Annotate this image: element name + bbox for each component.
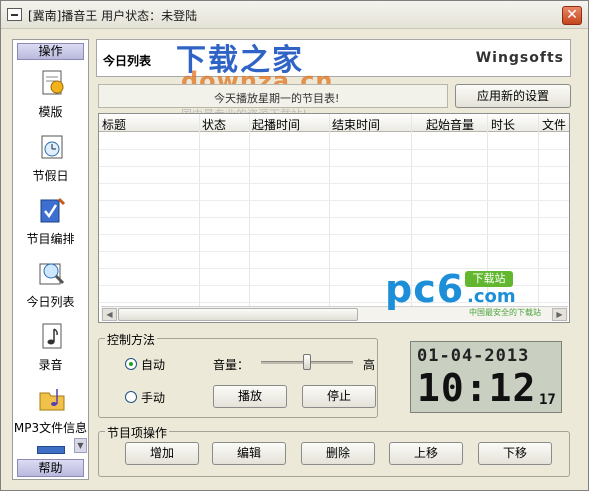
notice-text: 今天播放星期一的节目表! [214, 92, 340, 105]
manual-radio[interactable] [125, 391, 137, 403]
partial-icon [37, 446, 65, 454]
move-up-button[interactable]: 上移 [389, 442, 463, 465]
sidebar-scroll-down-button[interactable]: ▼ [74, 438, 87, 453]
volume-slider-thumb[interactable] [303, 354, 311, 370]
apply-settings-button[interactable]: 应用新的设置 [455, 84, 571, 108]
sidebar-item-record[interactable]: 录音 [13, 321, 88, 381]
column-divider [329, 114, 330, 306]
brand-logo: Wingsofts [475, 50, 564, 66]
row-divider [99, 166, 569, 167]
today-list-icon [39, 263, 65, 285]
column-divider [538, 114, 539, 306]
play-button[interactable]: 播放 [213, 385, 287, 408]
mp3-info-icon [39, 389, 65, 411]
sidebar: 操作 模版 节假日 节目编排 今日列表 录音 MP3文件信息 ▼ 帮助 [12, 39, 89, 480]
sidebar-item-template[interactable]: 模版 [13, 68, 88, 128]
record-icon [42, 323, 62, 349]
volume-label: 音量： [213, 358, 250, 372]
control-method-legend: 控制方法 [105, 331, 158, 348]
manual-radio-label[interactable]: 手动 [141, 389, 165, 406]
row-divider [99, 234, 569, 235]
sidebar-item-label: 今日列表 [26, 295, 75, 309]
edit-button[interactable]: 编辑 [212, 442, 286, 465]
auto-radio-label[interactable]: 自动 [141, 356, 165, 373]
sidebar-item-label: 录音 [38, 358, 63, 372]
window-title: [冀南]播音王 用户状态：未登陆 [28, 9, 198, 23]
column-divider [249, 114, 250, 306]
column-header-start-volume[interactable]: 起始音量 [426, 116, 474, 133]
main-window: [冀南]播音王 用户状态：未登陆 ✕ 操作 模版 节假日 节目编排 今日列表 录… [0, 0, 589, 491]
scroll-left-arrow-icon[interactable]: ◀ [102, 308, 117, 321]
row-divider [99, 149, 569, 150]
clock-time: 10:12 [417, 366, 537, 410]
stop-button[interactable]: 停止 [302, 385, 376, 408]
pc6-watermark: pc6 下载站 .com 中国最安全的下载站 [385, 267, 541, 317]
volume-high-label: 高 [363, 358, 376, 372]
pc6-domain: .com [467, 286, 516, 307]
sidebar-header[interactable]: 操作 [17, 43, 84, 60]
sidebar-item-label: 节假日 [32, 169, 69, 183]
move-down-button[interactable]: 下移 [478, 442, 552, 465]
close-button[interactable]: ✕ [562, 6, 582, 25]
column-header-status[interactable]: 状态 [202, 116, 226, 133]
pc6-slogan: 中国最安全的下载站 [469, 308, 541, 317]
sidebar-item-program-edit[interactable]: 节目编排 [13, 195, 88, 255]
add-button[interactable]: 增加 [125, 442, 199, 465]
column-divider [199, 114, 200, 306]
sidebar-item-mp3-info[interactable]: MP3文件信息 [13, 384, 88, 444]
column-header-start-time[interactable]: 起播时间 [252, 116, 300, 133]
clock-seconds: 17 [539, 392, 556, 408]
program-edit-icon [40, 197, 66, 223]
column-header-file[interactable]: 文件 [542, 116, 566, 133]
column-header-end-time[interactable]: 结束时间 [332, 116, 380, 133]
row-divider [99, 217, 569, 218]
row-divider [99, 200, 569, 201]
pc6-badge: 下载站 [465, 271, 513, 287]
holiday-clock-icon [41, 135, 63, 159]
help-button[interactable]: 帮助 [17, 459, 84, 477]
scrollbar-thumb[interactable] [118, 308, 358, 321]
table-header: 标题 状态 起播时间 结束时间 起始音量 时长 文件 [99, 114, 569, 132]
row-divider [99, 268, 569, 269]
sidebar-item-label: 节目编排 [26, 232, 75, 246]
row-divider [99, 183, 569, 184]
notice-bar: 今天播放星期一的节目表! [98, 84, 448, 108]
row-divider [99, 251, 569, 252]
system-menu-icon[interactable] [7, 8, 22, 21]
lcd-clock: 01-04-2013 10:12 17 [410, 341, 562, 413]
title-bar[interactable]: [冀南]播音王 用户状态：未登陆 ✕ [1, 1, 588, 29]
delete-button[interactable]: 删除 [301, 442, 375, 465]
program-ops-legend: 节目项操作 [105, 424, 170, 441]
clock-date: 01-04-2013 [417, 346, 530, 366]
template-icon [42, 70, 64, 95]
scroll-right-arrow-icon[interactable]: ▶ [552, 308, 567, 321]
sidebar-item-label: 模版 [38, 105, 63, 119]
column-header-title[interactable]: 标题 [102, 116, 126, 133]
sidebar-item-label: MP3文件信息 [13, 421, 88, 435]
pc6-logo: pc6 [385, 267, 465, 311]
page-title: 今日列表 [103, 54, 152, 68]
column-header-duration[interactable]: 时长 [491, 116, 515, 133]
sidebar-item-today-list[interactable]: 今日列表 [13, 258, 88, 318]
auto-radio[interactable] [125, 358, 137, 370]
sidebar-item-holiday[interactable]: 节假日 [13, 132, 88, 192]
